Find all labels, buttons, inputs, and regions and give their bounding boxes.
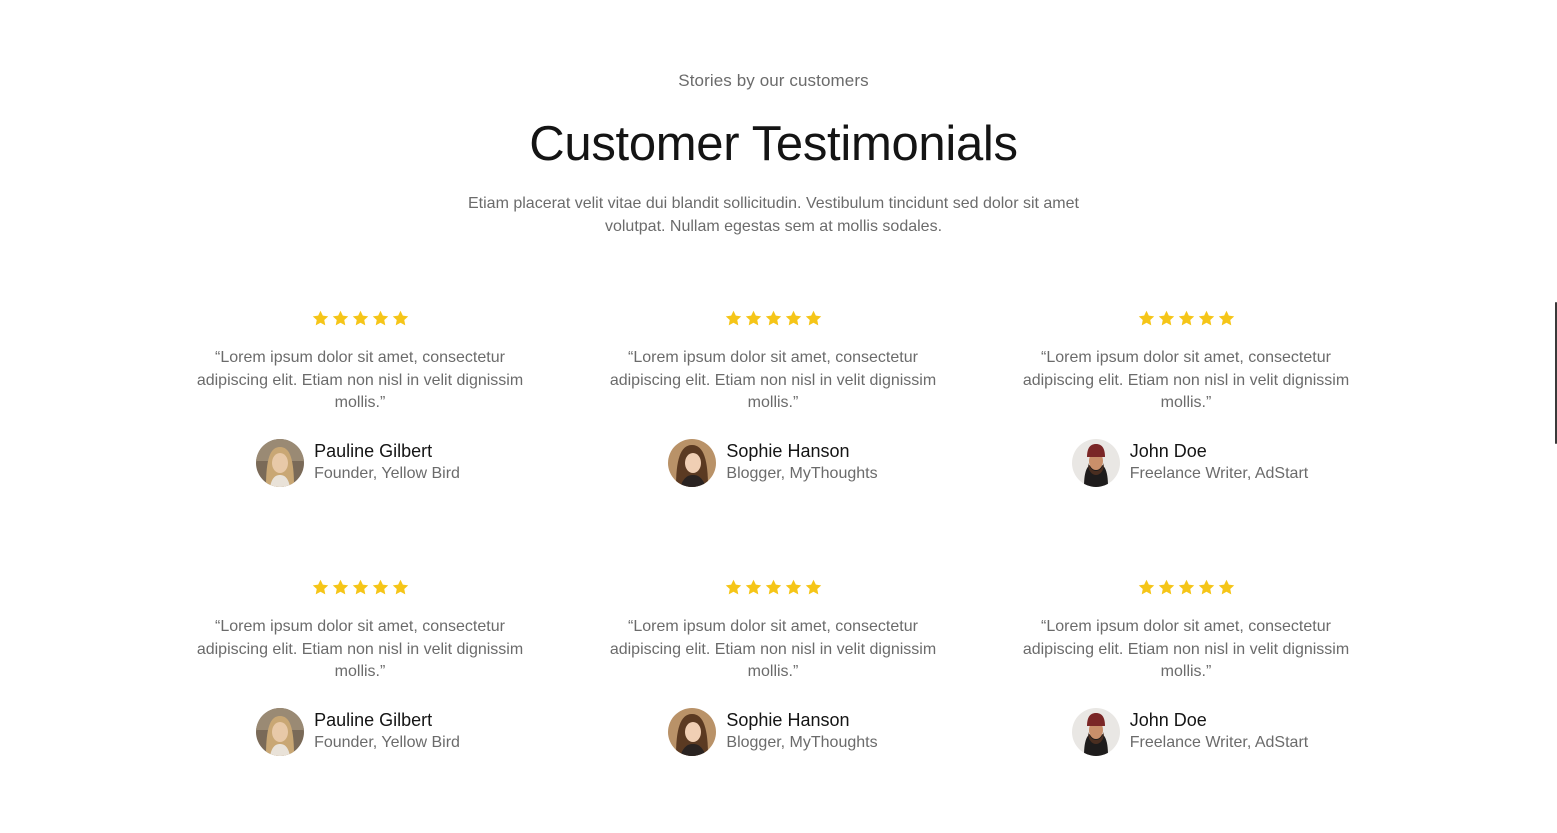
star-icon: [1177, 309, 1196, 328]
star-rating: [593, 578, 953, 598]
star-icon: [351, 578, 370, 597]
author-name: Sophie Hanson: [726, 441, 850, 461]
author-name: Pauline Gilbert: [314, 441, 433, 461]
star-icon: [784, 309, 803, 328]
author-avatar: [668, 707, 717, 756]
star-icon: [1137, 578, 1156, 597]
star-icon: [1157, 309, 1176, 328]
star-icon: [351, 309, 370, 328]
testimonial-author: Sophie Hanson Blogger, MyThoughts: [593, 707, 953, 756]
author-avatar: [256, 438, 305, 487]
star-icon: [764, 578, 783, 597]
testimonial-card: “Lorem ipsum dolor sit amet, consectetur…: [1006, 578, 1366, 756]
testimonial-author: John Doe Freelance Writer, AdStart: [1014, 438, 1366, 487]
testimonial-quote: “Lorem ipsum dolor sit amet, consectetur…: [609, 618, 937, 680]
star-icon: [1137, 309, 1156, 328]
author-role: Blogger, MyThoughts: [726, 734, 878, 751]
author-avatar: [1071, 438, 1120, 487]
star-rating: [180, 578, 540, 598]
star-icon: [391, 578, 410, 597]
star-icon: [1197, 309, 1216, 328]
star-icon: [804, 578, 823, 597]
star-icon: [1197, 578, 1216, 597]
testimonial-quote: “Lorem ipsum dolor sit amet, consectetur…: [1022, 349, 1350, 411]
testimonials-grid: “Lorem ipsum dolor sit amet, consectetur…: [0, 0, 1557, 833]
star-rating: [1006, 309, 1366, 329]
testimonial-card: “Lorem ipsum dolor sit amet, consectetur…: [1006, 309, 1366, 487]
star-icon: [1177, 578, 1196, 597]
star-icon: [1217, 309, 1236, 328]
author-role: Freelance Writer, AdStart: [1129, 465, 1309, 482]
testimonials-page: Stories by our customers Customer Testim…: [0, 0, 1557, 833]
star-rating: [1006, 578, 1366, 598]
star-rating: [180, 309, 540, 329]
star-icon: [391, 309, 410, 328]
star-icon: [764, 309, 783, 328]
testimonial-quote: “Lorem ipsum dolor sit amet, consectetur…: [1022, 618, 1350, 680]
star-rating: [593, 309, 953, 329]
testimonial-author: Pauline Gilbert Founder, Yellow Bird: [176, 707, 540, 756]
testimonial-quote: “Lorem ipsum dolor sit amet, consectetur…: [196, 349, 524, 411]
testimonial-card: “Lorem ipsum dolor sit amet, consectetur…: [180, 578, 540, 756]
author-role: Blogger, MyThoughts: [726, 465, 878, 482]
author-avatar: [256, 707, 305, 756]
star-icon: [371, 578, 390, 597]
testimonial-author: John Doe Freelance Writer, AdStart: [1014, 707, 1366, 756]
author-name: Sophie Hanson: [726, 710, 850, 730]
author-name: Pauline Gilbert: [314, 710, 433, 730]
author-role: Founder, Yellow Bird: [314, 734, 460, 751]
star-icon: [784, 578, 803, 597]
star-icon: [724, 309, 743, 328]
star-icon: [331, 578, 350, 597]
author-avatar: [1071, 707, 1120, 756]
testimonial-author: Pauline Gilbert Founder, Yellow Bird: [176, 438, 540, 487]
star-icon: [1217, 578, 1236, 597]
author-avatar: [668, 438, 717, 487]
testimonial-quote: “Lorem ipsum dolor sit amet, consectetur…: [196, 618, 524, 680]
star-icon: [311, 309, 330, 328]
testimonial-card: “Lorem ipsum dolor sit amet, consectetur…: [593, 578, 953, 756]
star-icon: [1157, 578, 1176, 597]
star-icon: [371, 309, 390, 328]
author-name: John Doe: [1129, 710, 1207, 730]
star-icon: [724, 578, 743, 597]
testimonial-author: Sophie Hanson Blogger, MyThoughts: [593, 438, 953, 487]
author-name: John Doe: [1129, 441, 1207, 461]
star-icon: [331, 309, 350, 328]
star-icon: [311, 578, 330, 597]
star-icon: [744, 578, 763, 597]
author-role: Freelance Writer, AdStart: [1129, 734, 1309, 751]
testimonial-card: “Lorem ipsum dolor sit amet, consectetur…: [593, 309, 953, 487]
testimonial-card: “Lorem ipsum dolor sit amet, consectetur…: [180, 309, 540, 487]
star-icon: [744, 309, 763, 328]
star-icon: [804, 309, 823, 328]
author-role: Founder, Yellow Bird: [314, 465, 460, 482]
testimonial-quote: “Lorem ipsum dolor sit amet, consectetur…: [609, 349, 937, 411]
